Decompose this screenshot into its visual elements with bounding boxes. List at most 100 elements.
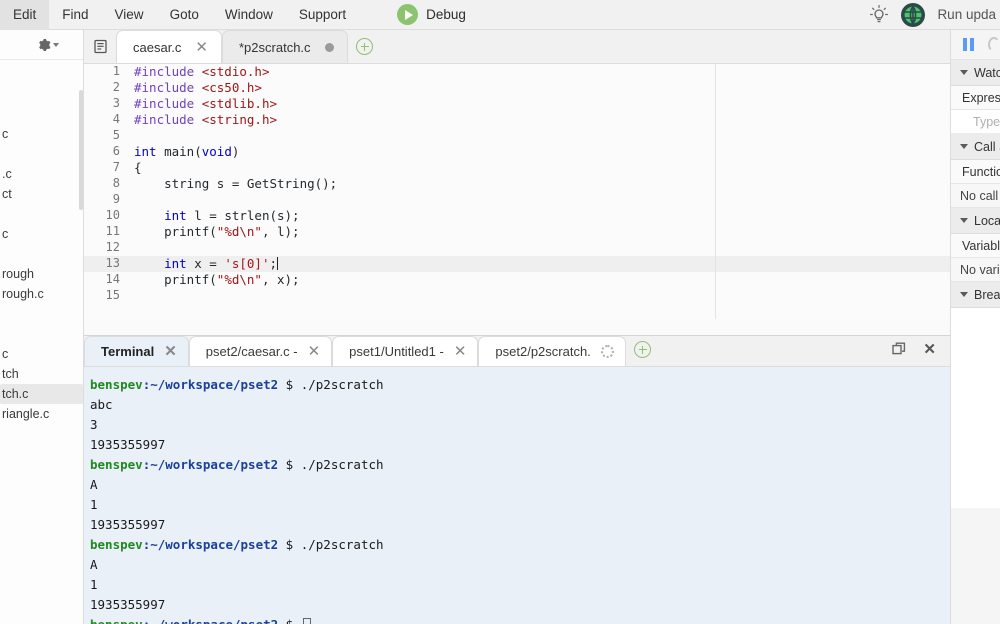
close-icon[interactable]: ✕ [454,344,467,359]
code-line[interactable]: 6 int main(void) [84,144,950,160]
text-cursor [276,257,278,270]
code-text[interactable] [132,192,950,208]
code-text[interactable]: { [132,160,950,176]
code-line[interactable]: 4 #include <string.h> [84,112,950,128]
menu-item-find[interactable]: Find [49,0,101,30]
code-line[interactable]: 8 string s = GetString(); [84,176,950,192]
code-text[interactable]: printf("%d\n", x); [132,272,950,288]
file-list-icon[interactable] [84,29,116,63]
sidebar-file-item[interactable]: c [0,344,83,364]
debugger-section-header[interactable]: Watc [951,60,1000,86]
debugger-section-header[interactable]: Loca [951,208,1000,234]
line-number: 11 [105,224,120,238]
sidebar-scrollbar[interactable] [79,90,83,210]
sidebar-file-item[interactable]: .c [0,164,83,184]
chevron-down-icon[interactable] [960,144,968,149]
code-text[interactable]: int main(void) [132,144,950,160]
play-icon[interactable] [397,4,419,25]
code-text[interactable] [132,288,950,304]
code-line[interactable]: 13 int x = 's[0]'; [84,256,950,272]
editor-tab[interactable]: *p2scratch.c [222,30,348,63]
restore-window-icon[interactable] [892,342,906,356]
chevron-down-icon[interactable] [960,70,968,75]
code-editor[interactable]: 1 #include <stdio.h> 2 #include <cs50.h> 3 #i… [84,64,950,319]
close-icon[interactable]: ✕ [195,40,208,55]
menu-item-goto[interactable]: Goto [157,0,212,30]
code-line[interactable]: 3 #include <stdlib.h> [84,96,950,112]
sidebar-file-item[interactable]: tch [0,364,83,384]
code-line[interactable]: 11 printf("%d\n", l); [84,224,950,240]
code-line[interactable]: 15 [84,288,950,304]
code-line[interactable]: 5 [84,128,950,144]
terminal-line: benspev:~/workspace/pset2 $ [90,615,950,624]
sidebar-settings-button[interactable] [37,38,59,52]
debugger-breakpoints-body [951,308,1000,508]
sidebar-file-item[interactable]: ct [0,184,83,204]
code-line[interactable]: 2 #include <cs50.h> [84,80,950,96]
sidebar-file-item[interactable]: rough [0,264,83,284]
chevron-down-icon[interactable] [960,218,968,223]
terminal-prompt-user: benspev [90,537,143,552]
plus-icon[interactable] [634,341,652,358]
editor-tab[interactable]: caesar.c ✕ [116,30,222,63]
code-line[interactable]: 12 [84,240,950,256]
terminal-output[interactable]: benspev:~/workspace/pset2 $ ./p2scratch a… [84,367,950,624]
menu-item-window[interactable]: Window [212,0,286,30]
globe-icon[interactable] [901,2,926,27]
sidebar-file-item[interactable]: c [0,224,83,244]
lightbulb-icon[interactable] [869,4,889,26]
code-line[interactable]: 1 #include <stdio.h> [84,64,950,80]
menu-item-view[interactable]: View [102,0,157,30]
debugger-sections: Watc ExpresType Call S FunctioNo call Loca Va… [951,60,1000,308]
new-editor-tab-button[interactable] [348,30,382,63]
code-token: , x); [261,272,300,287]
chevron-down-icon[interactable] [960,292,968,297]
menu-item-support[interactable]: Support [286,0,359,30]
sidebar-file-item[interactable]: riangle.c [0,404,83,424]
code-token: #include [134,80,202,95]
terminal-line: A [90,555,950,575]
unsaved-dot-icon[interactable] [324,42,334,52]
code-text[interactable] [132,128,950,144]
code-token: main( [164,144,202,159]
close-icon[interactable]: ✕ [308,344,321,359]
debugger-input-placeholder[interactable]: Type [951,110,1000,134]
line-number: 2 [112,80,120,94]
code-token: int [134,144,165,159]
terminal-tab[interactable]: pset1/Untitled1 - ✕ [332,336,479,366]
close-icon[interactable]: ✕ [164,344,177,359]
code-line[interactable]: 9 [84,192,950,208]
code-line[interactable]: 14 printf("%d\n", x); [84,272,950,288]
plus-icon[interactable] [356,38,374,55]
sidebar-file-item[interactable]: tch.c [0,384,83,404]
code-line[interactable]: 7{ [84,160,950,176]
code-text[interactable]: int x = 's[0]'; [132,256,950,272]
terminal-tab[interactable]: pset2/p2scratch. [478,336,626,366]
debugger-section-header[interactable]: Call S [951,134,1000,160]
code-text[interactable]: #include <cs50.h> [132,80,950,96]
new-terminal-tab-button[interactable] [626,333,660,366]
terminal-line: benspev:~/workspace/pset2 $ ./p2scratch [90,375,950,395]
gear-icon[interactable] [37,38,51,52]
code-text[interactable]: #include <stdio.h> [132,64,950,80]
chevron-down-icon[interactable] [53,42,59,47]
code-line[interactable]: 10 int l = strlen(s); [84,208,950,224]
debugger-column-header: Expres [951,86,1000,110]
code-text[interactable]: printf("%d\n", l); [132,224,950,240]
code-text[interactable]: #include <stdlib.h> [132,96,950,112]
sidebar-file-item[interactable]: c [0,124,83,144]
code-text[interactable]: #include <string.h> [132,112,950,128]
terminal-tab[interactable]: Terminal ✕ [84,336,189,366]
close-icon[interactable]: ✕ [923,342,936,357]
menu-item-edit[interactable]: Edit [0,0,50,30]
terminal-tab[interactable]: pset2/caesar.c - ✕ [188,336,333,366]
code-text[interactable] [132,240,950,256]
pause-icon[interactable] [963,38,974,51]
code-text[interactable]: string s = GetString(); [132,176,950,192]
sidebar-file-item[interactable]: rough.c [0,284,83,304]
debugger-section-header[interactable]: Brea [951,282,1000,308]
run-updates-label[interactable]: Run upda [937,7,996,22]
step-over-icon[interactable] [988,37,1000,52]
debug-run-button[interactable]: Debug [397,4,466,25]
code-text[interactable]: int l = strlen(s); [132,208,950,224]
